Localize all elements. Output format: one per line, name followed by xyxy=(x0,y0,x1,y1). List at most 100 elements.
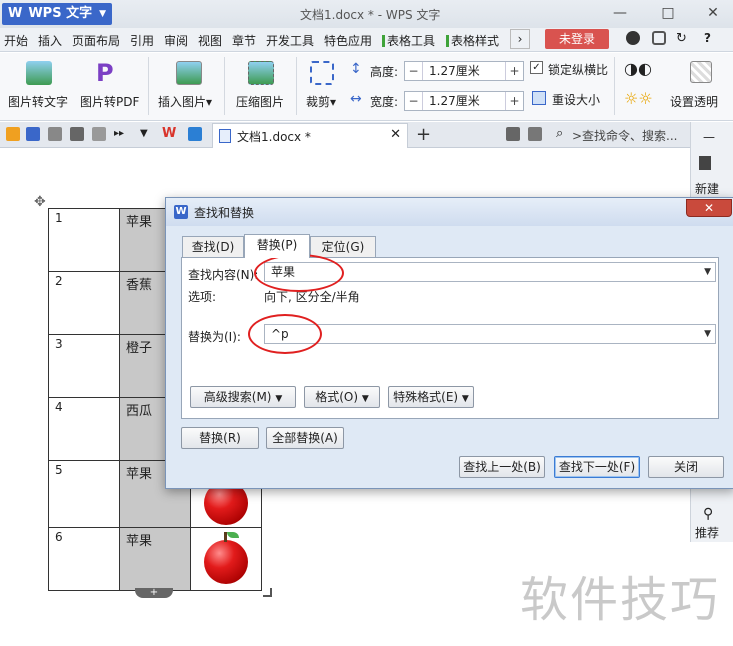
help-button[interactable]: ? xyxy=(704,31,711,45)
lock-ratio-checkbox[interactable]: ✓ xyxy=(530,61,543,74)
dialog-title-bar: W 查找和替换 ✕ xyxy=(166,198,733,226)
insert-picture-button[interactable]: 插入图片▾ xyxy=(158,93,212,110)
compress-picture-icon xyxy=(248,61,274,85)
insert-picture-icon xyxy=(176,61,202,85)
sun-icon[interactable]: ☼☼ xyxy=(624,89,653,108)
table-cell-fruit[interactable]: 苹果 xyxy=(119,527,191,591)
reset-size-button[interactable]: 重设大小 xyxy=(552,91,600,108)
chevron-down-icon[interactable]: ▼ xyxy=(704,263,711,281)
gear-icon[interactable] xyxy=(652,31,666,45)
brightness-icon[interactable]: ◑◐ xyxy=(624,59,652,78)
table-cell-number[interactable]: 3 xyxy=(48,334,120,398)
print-preview-icon[interactable] xyxy=(48,127,62,141)
sync-icon[interactable]: ↻ xyxy=(676,31,687,46)
wps-menu-button[interactable]: W WPS 文字 ▼ xyxy=(2,3,112,25)
pic-to-pdf-button[interactable]: 图片转PDF xyxy=(80,93,139,110)
decrement-button[interactable]: − xyxy=(405,62,423,80)
replace-all-button[interactable]: 全部替换(A) xyxy=(266,427,344,449)
table-cell-number[interactable]: 1 xyxy=(48,208,120,272)
find-label: 查找内容(N): xyxy=(188,268,259,282)
crop-button[interactable]: 裁剪▾ xyxy=(306,93,336,110)
wps-menu-label: WPS 文字 xyxy=(28,6,93,21)
apple-image[interactable] xyxy=(204,532,248,584)
login-button[interactable]: 未登录 xyxy=(545,29,609,49)
add-row-button[interactable]: + xyxy=(135,588,173,598)
width-value: 1.27厘米 xyxy=(429,94,480,108)
increment-button[interactable]: + xyxy=(505,62,523,80)
print-icon[interactable] xyxy=(70,127,84,141)
special-format-button[interactable]: 特殊格式(E) ▼ xyxy=(388,386,474,408)
table-cell-number[interactable]: 6 xyxy=(48,527,120,591)
chevron-down-icon[interactable]: ▼ xyxy=(704,325,711,343)
pic-to-text-button[interactable]: 图片转文字 xyxy=(8,93,68,110)
collapse-icon[interactable]: — xyxy=(703,130,715,144)
menu-start[interactable]: 开始 xyxy=(4,32,28,49)
divider xyxy=(224,57,225,115)
menu-more-button[interactable]: › xyxy=(510,29,530,49)
tab-find[interactable]: 查找(D) xyxy=(182,236,244,257)
tab-replace[interactable]: 替换(P) xyxy=(244,234,310,258)
save-icon[interactable] xyxy=(26,127,40,141)
wps-logo-icon: W xyxy=(8,6,23,21)
height-stepper[interactable]: − 1.27厘米 + xyxy=(404,61,524,81)
lock-ratio-label: 锁定纵横比 xyxy=(548,63,609,77)
tab-document[interactable]: 文档1.docx * ✕ xyxy=(212,123,408,148)
new-button[interactable]: 新建 xyxy=(695,180,719,197)
add-tab-button[interactable]: + xyxy=(416,124,431,145)
table-resize-handle[interactable] xyxy=(263,588,272,597)
menu-table-tools[interactable]: 表格工具 xyxy=(382,32,435,49)
table-cell-number[interactable]: 2 xyxy=(48,271,120,335)
mark-icon[interactable] xyxy=(528,127,542,141)
menu-page-layout[interactable]: 页面布局 xyxy=(72,32,120,49)
menu-references[interactable]: 引用 xyxy=(130,32,154,49)
move-handle-icon[interactable]: ✥ xyxy=(34,194,46,210)
close-tab-icon[interactable]: ✕ xyxy=(390,127,401,142)
table-cell-image[interactable] xyxy=(190,527,262,591)
command-search-input[interactable]: >查找命令、搜索... xyxy=(572,127,678,144)
skin-icon[interactable] xyxy=(626,31,640,45)
folder-icon[interactable] xyxy=(6,127,20,141)
dialog-title: 查找和替换 xyxy=(194,206,255,220)
chevron-down-icon: ▼ xyxy=(461,394,469,404)
tab-goto[interactable]: 定位(G) xyxy=(310,236,376,257)
screen-icon[interactable] xyxy=(506,127,520,141)
window-close-button[interactable]: ✕ xyxy=(693,2,733,24)
format-button[interactable]: 格式(O) ▼ xyxy=(304,386,380,408)
menu-table-style[interactable]: 表格样式 xyxy=(446,32,499,49)
advanced-search-button[interactable]: 高级搜索(M) ▼ xyxy=(190,386,296,408)
ribbon-toolbar: 图片转文字 P 图片转PDF 插入图片▾ 压缩图片 裁剪▾ ↕ 高度: − 1.… xyxy=(0,53,733,121)
find-previous-button[interactable]: 查找上一处(B) xyxy=(459,456,545,478)
minimize-button[interactable]: — xyxy=(600,2,640,24)
increment-button[interactable]: + xyxy=(505,92,523,110)
compress-picture-button[interactable]: 压缩图片 xyxy=(236,93,284,110)
preview-icon[interactable] xyxy=(92,127,106,141)
find-next-button[interactable]: 查找下一处(F) xyxy=(554,456,640,478)
decrement-button[interactable]: − xyxy=(405,92,423,110)
replace-input[interactable]: ^p ▼ xyxy=(264,324,716,344)
menu-special[interactable]: 特色应用 xyxy=(324,32,372,49)
document-tab-bar: ▸▸ ▼ W 文档1.docx * ✕ + ⌕ >查找命令、搜索... xyxy=(0,122,690,148)
close-dialog-button[interactable]: 关闭 xyxy=(648,456,724,478)
width-stepper[interactable]: − 1.27厘米 + xyxy=(404,91,524,111)
reset-size-icon xyxy=(532,91,546,105)
document-icon xyxy=(219,129,231,143)
table-cell-number[interactable]: 5 xyxy=(48,460,120,528)
wps-icon[interactable]: W xyxy=(162,127,176,141)
restore-button[interactable]: □ xyxy=(648,2,688,24)
dialog-close-button[interactable]: ✕ xyxy=(686,199,732,217)
set-transparent-button[interactable]: 设置透明 xyxy=(670,93,718,110)
chevron-down-icon: ▼ xyxy=(275,394,283,404)
menu-insert[interactable]: 插入 xyxy=(38,32,62,49)
cube-icon[interactable] xyxy=(188,127,202,141)
menu-view[interactable]: 视图 xyxy=(198,32,222,49)
replace-button[interactable]: 替换(R) xyxy=(181,427,259,449)
table-cell-number[interactable]: 4 xyxy=(48,397,120,461)
width-label: 宽度: xyxy=(370,95,399,109)
menu-developer[interactable]: 开发工具 xyxy=(266,32,314,49)
menu-review[interactable]: 审阅 xyxy=(164,32,188,49)
recommend-button[interactable]: 推荐 xyxy=(695,524,719,541)
menu-chapter[interactable]: 章节 xyxy=(232,32,256,49)
chevron-down-icon[interactable]: ▼ xyxy=(140,127,154,141)
insert-picture-label: 插入图片 xyxy=(158,95,207,109)
more-icon[interactable]: ▸▸ xyxy=(114,127,128,141)
